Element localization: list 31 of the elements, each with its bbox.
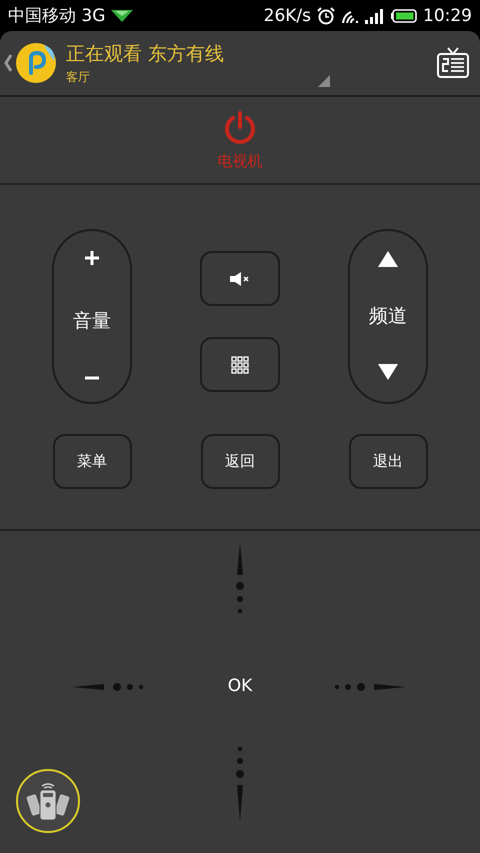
wifi-icon [341,8,359,22]
channel-rocker[interactable]: 频道 [348,229,428,404]
remote-key-button[interactable]: 菜单 [52,434,132,489]
down-triangle-icon[interactable] [378,364,398,380]
remote-key-button[interactable]: 退出 [348,434,428,489]
remote-controls-icon [26,781,70,821]
carrier-text: 中国移动 3G [8,5,106,27]
channel-label: 频道 [369,304,407,328]
now-watching-title: 正在观看 东方有线 [66,42,226,66]
signal-icon [365,8,385,24]
power-icon [222,110,258,146]
volume-rocker[interactable]: 音量 [52,229,132,404]
plus-icon[interactable] [85,251,99,265]
volume-label: 音量 [73,308,111,334]
mute-icon [230,272,250,286]
keypad-icon [231,356,249,374]
logo-icon [14,41,58,85]
clock-text: 10:29 [423,6,472,26]
mute-button[interactable] [200,251,280,306]
keypad-button[interactable] [200,337,280,392]
dropdown-corner-icon[interactable] [318,75,330,87]
remote-key-button[interactable]: 返回 [200,434,280,489]
tv-guide-icon[interactable] [436,47,470,79]
network-speed-text: 26K/s [264,6,311,26]
battery-icon [391,8,417,22]
room-label: 客厅 [66,68,90,86]
back-chevron-icon[interactable] [4,54,12,72]
ok-button[interactable]: OK [220,673,260,699]
alarm-clock-icon [317,6,335,24]
minus-icon[interactable] [85,376,99,380]
up-triangle-icon[interactable] [378,251,398,267]
